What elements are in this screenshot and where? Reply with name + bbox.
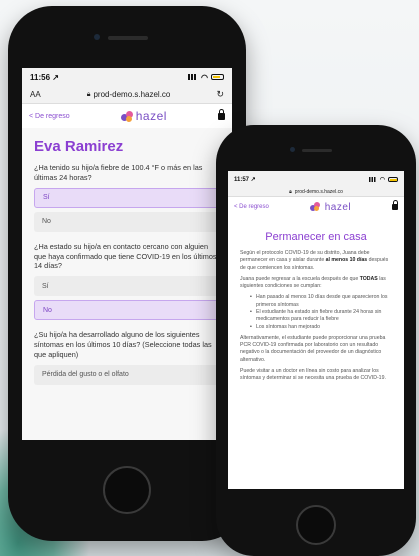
question-1: ¿Ha tenido su hijo/a fiebre de 100.4 °F …: [34, 163, 203, 182]
hazel-logo-icon: [309, 201, 322, 213]
app-nav: < De regreso hazel: [228, 197, 404, 217]
status-bar: 11:56 ↗ ◠: [22, 68, 232, 86]
q1-option-no[interactable]: No: [34, 211, 220, 232]
front-camera: [94, 34, 100, 40]
question-2: ¿Ha estado su hijo/a en contacto cercano…: [34, 241, 217, 271]
padlock-icon: [217, 108, 225, 120]
home-button[interactable]: [103, 466, 151, 514]
paragraph-doctor: Puede visitar a un doctor en línea sin c…: [240, 367, 386, 382]
page-title: Permanecer en casa: [265, 231, 367, 243]
phone-right: 11:57 ↗ ◠ 🔒︎ prod-demo.s.hazel.co < De r…: [216, 125, 416, 556]
lock-icon: 🔒︎: [86, 90, 91, 98]
wifi-icon: ◠: [201, 72, 208, 82]
earpiece: [302, 149, 332, 152]
back-link[interactable]: < De regreso: [234, 204, 269, 210]
q1-option-yes[interactable]: Sí: [34, 187, 220, 208]
earpiece: [108, 36, 148, 40]
brand-name: hazel: [324, 201, 352, 213]
list-item: Han pasado al menos 10 días desde que ap…: [250, 294, 392, 309]
url-text[interactable]: prod-demo.s.hazel.co: [93, 90, 170, 99]
reload-icon[interactable]: ↻: [216, 89, 224, 100]
q3-option-loss-of-taste[interactable]: Pérdida del gusto o el olfato: [34, 364, 220, 385]
battery-icon: [211, 74, 224, 80]
battery-icon: [388, 176, 398, 182]
text-size-button[interactable]: AA: [30, 90, 41, 99]
browser-url-bar: AA 🔒︎ prod-demo.s.hazel.co ↻: [22, 86, 232, 104]
front-camera: [290, 147, 295, 152]
hazel-logo: hazel: [309, 201, 352, 213]
browser-url-bar: 🔒︎ prod-demo.s.hazel.co: [228, 187, 404, 197]
paragraph-alternative: Alternativamente, el estudiante puede pr…: [240, 334, 386, 363]
paragraph-return-conditions: Juana puede regresar a la escuela despué…: [240, 275, 386, 290]
padlock-icon: [391, 200, 398, 210]
phone-left: 11:56 ↗ ◠ AA 🔒︎ prod-demo.s.hazel.co ↻ <…: [8, 6, 246, 541]
q2-option-no[interactable]: No: [34, 300, 220, 321]
questionnaire-content: Eva Ramirez ¿Ha tenido su hijo/a fiebre …: [22, 128, 232, 440]
hazel-logo-icon: [120, 110, 133, 122]
back-link[interactable]: < De regreso: [29, 113, 70, 120]
app-nav: < De regreso hazel: [22, 104, 232, 128]
url-text[interactable]: prod-demo.s.hazel.co: [295, 189, 343, 195]
screen-questionnaire: 11:56 ↗ ◠ AA 🔒︎ prod-demo.s.hazel.co ↻ <…: [22, 68, 232, 440]
question-3: ¿Su hijo/a ha desarrollado alguno de los…: [34, 330, 212, 359]
lock-icon: 🔒︎: [289, 188, 292, 195]
status-time: 11:57 ↗: [234, 176, 256, 183]
wifi-icon: ◠: [379, 176, 385, 183]
conditions-list: Han pasado al menos 10 días desde que ap…: [250, 294, 392, 332]
q2-option-yes[interactable]: Sí: [34, 276, 220, 297]
hazel-logo: hazel: [120, 109, 167, 123]
paragraph-isolation: Según el protocolo COVID-19 de su distri…: [240, 250, 389, 271]
signal-icon: [368, 176, 377, 182]
signal-icon: [188, 74, 199, 80]
list-item: El estudiante ha estado sin fiebre duran…: [250, 309, 392, 324]
student-name: Eva Ramirez: [34, 138, 124, 155]
status-time: 11:56 ↗: [30, 72, 59, 82]
stay-home-content: Permanecer en casa Según el protocolo CO…: [228, 217, 404, 397]
status-bar: 11:57 ↗ ◠: [228, 171, 404, 187]
screen-stay-home: 11:57 ↗ ◠ 🔒︎ prod-demo.s.hazel.co < De r…: [228, 171, 404, 489]
list-item: Los síntomas han mejorado: [250, 324, 392, 332]
home-button[interactable]: [296, 505, 336, 545]
brand-name: hazel: [135, 109, 167, 123]
